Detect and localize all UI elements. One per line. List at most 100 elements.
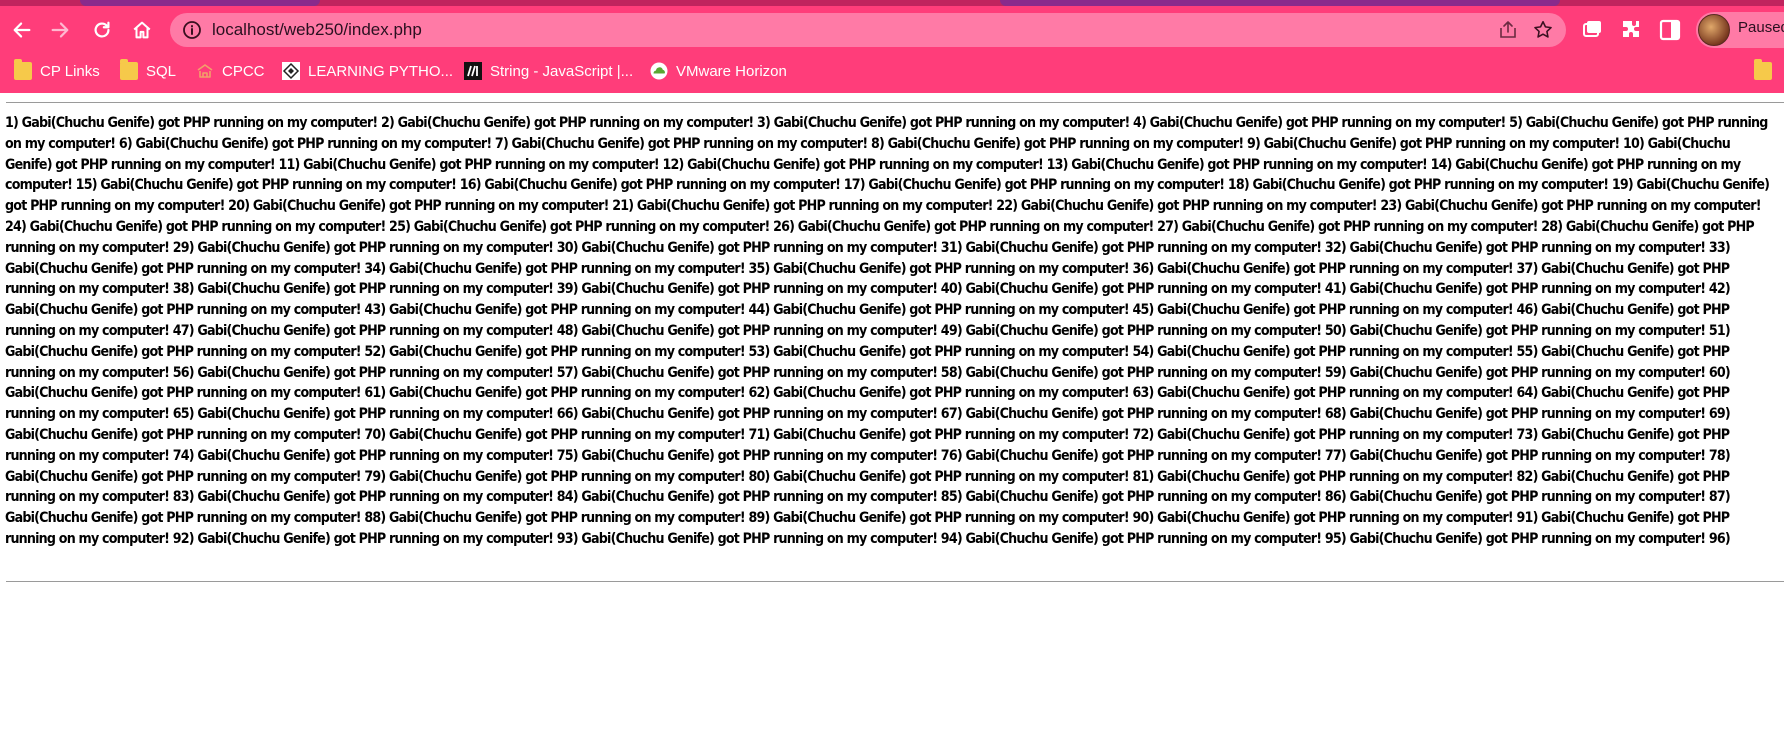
tab-edge[interactable] (1000, 0, 1560, 6)
bookmark-label: LEARNING PYTHO... (308, 62, 454, 80)
bookmark-cp-links[interactable]: CP Links (14, 58, 100, 84)
output-line: 92) Gabi(Chuchu Genife) got PHP running … (172, 530, 557, 547)
output-line: 43) Gabi(Chuchu Genife) got PHP running … (364, 302, 749, 319)
output-line: 66) Gabi(Chuchu Genife) got PHP running … (556, 406, 941, 423)
output-line: 65) Gabi(Chuchu Genife) got PHP running … (172, 406, 557, 423)
output-line: 81) Gabi(Chuchu Genife) got PHP running … (1132, 468, 1517, 485)
output-line: 77) Gabi(Chuchu Genife) got PHP running … (1324, 447, 1709, 464)
output-line: 25) Gabi(Chuchu Genife) got PHP running … (389, 218, 774, 235)
profile-status: Paused (1738, 19, 1784, 36)
bookmark-label: String - JavaScript |... (490, 62, 634, 80)
bookmark-label: SQL (146, 62, 177, 80)
output-line: 52) Gabi(Chuchu Genife) got PHP running … (364, 343, 749, 360)
bookmark-label: CP Links (40, 62, 100, 80)
extensions-puzzle-icon[interactable] (1620, 18, 1644, 42)
output-line: 56) Gabi(Chuchu Genife) got PHP running … (172, 364, 557, 381)
output-line: 9) Gabi(Chuchu Genife) got PHP running o… (1246, 135, 1623, 152)
home-button[interactable] (124, 12, 160, 48)
tab-edge[interactable] (80, 0, 320, 6)
output-line: 67) Gabi(Chuchu Genife) got PHP running … (940, 406, 1325, 423)
output-line: 35) Gabi(Chuchu Genife) got PHP running … (748, 260, 1133, 277)
output-line: 68) Gabi(Chuchu Genife) got PHP running … (1324, 406, 1709, 423)
horizon-cloud-icon (650, 62, 668, 80)
address-bar[interactable]: localhost/web250/index.php (170, 13, 1566, 47)
output-line: 86) Gabi(Chuchu Genife) got PHP running … (1324, 489, 1709, 506)
output-line: 3) Gabi(Chuchu Genife) got PHP running o… (757, 115, 1134, 131)
output-line: 31) Gabi(Chuchu Genife) got PHP running … (940, 239, 1325, 256)
output-line: 76) Gabi(Chuchu Genife) got PHP running … (940, 447, 1325, 464)
output-line: 59) Gabi(Chuchu Genife) got PHP running … (1324, 364, 1709, 381)
output-line: 27) Gabi(Chuchu Genife) got PHP running … (1157, 218, 1542, 235)
output-line: 94) Gabi(Chuchu Genife) got PHP running … (940, 530, 1325, 547)
output-line: 89) Gabi(Chuchu Genife) got PHP running … (748, 510, 1133, 527)
bookmark-other[interactable] (1754, 58, 1772, 84)
horizontal-rule-bottom (6, 581, 1784, 582)
output-line: 72) Gabi(Chuchu Genife) got PHP running … (1132, 426, 1517, 443)
cpcc-logo-icon (197, 64, 213, 78)
back-button[interactable] (4, 12, 40, 48)
output-line: 48) Gabi(Chuchu Genife) got PHP running … (556, 322, 941, 339)
output-line: 44) Gabi(Chuchu Genife) got PHP running … (748, 302, 1133, 319)
profile-button[interactable]: Paused (1696, 12, 1784, 48)
forward-button[interactable] (42, 12, 78, 48)
output-line: 2) Gabi(Chuchu Genife) got PHP running o… (381, 115, 758, 131)
output-line: 99) Gabi(Chuchu Genife) got PHP running … (1132, 552, 1516, 553)
folder-icon (14, 59, 32, 80)
home-icon (133, 21, 151, 39)
output-line: 75) Gabi(Chuchu Genife) got PHP running … (556, 447, 941, 464)
output-line: 93) Gabi(Chuchu Genife) got PHP running … (556, 530, 941, 547)
output-line: 98) Gabi(Chuchu Genife) got PHP running … (748, 552, 1132, 553)
output-line: 47) Gabi(Chuchu Genife) got PHP running … (172, 322, 557, 339)
output-line: 20) Gabi(Chuchu Genife) got PHP running … (228, 198, 613, 215)
star-icon[interactable] (1532, 19, 1554, 41)
php-output-text: 1) Gabi(Chuchu Genife) got PHP running o… (5, 113, 1780, 553)
bookmarks-bar: CP Links SQL CPCC LEARNING PYTHO... Stri… (0, 56, 1784, 86)
bookmark-vmware-horizon[interactable]: VMware Horizon (650, 58, 787, 84)
toolbar: localhost/web250/index.php Paused (0, 8, 1784, 52)
output-line: 7) Gabi(Chuchu Genife) got PHP running o… (494, 135, 871, 152)
tab-strip (0, 0, 1784, 6)
reload-button[interactable] (84, 12, 120, 48)
info-icon[interactable] (182, 20, 202, 40)
output-line: 4) Gabi(Chuchu Genife) got PHP running o… (1133, 115, 1510, 131)
bookmark-string-javascript[interactable]: String - JavaScript |... (464, 58, 633, 84)
output-line: 54) Gabi(Chuchu Genife) got PHP running … (1132, 343, 1517, 360)
output-line: 61) Gabi(Chuchu Genife) got PHP running … (364, 385, 749, 402)
url-text[interactable]: localhost/web250/index.php (212, 19, 422, 41)
bookmark-learning-python[interactable]: LEARNING PYTHO... (282, 58, 453, 84)
output-line: 80) Gabi(Chuchu Genife) got PHP running … (748, 468, 1133, 485)
output-line: 17) Gabi(Chuchu Genife) got PHP running … (843, 177, 1228, 194)
output-line: 38) Gabi(Chuchu Genife) got PHP running … (172, 281, 557, 298)
output-line: 16) Gabi(Chuchu Genife) got PHP running … (459, 177, 844, 194)
folder-icon (1754, 59, 1772, 80)
output-line: 97) Gabi(Chuchu Genife) got PHP running … (364, 552, 748, 553)
side-panel-icon[interactable] (1658, 18, 1682, 42)
output-line: 18) Gabi(Chuchu Genife) got PHP running … (1227, 177, 1612, 194)
output-line: 62) Gabi(Chuchu Genife) got PHP running … (748, 385, 1133, 402)
reading-list-icon[interactable] (1580, 18, 1604, 42)
output-line: 21) Gabi(Chuchu Genife) got PHP running … (612, 198, 997, 215)
output-line: 49) Gabi(Chuchu Genife) got PHP running … (940, 322, 1325, 339)
bookmark-sql[interactable]: SQL (120, 58, 176, 84)
output-line: 63) Gabi(Chuchu Genife) got PHP running … (1132, 385, 1517, 402)
output-line: 32) Gabi(Chuchu Genife) got PHP running … (1324, 239, 1709, 256)
output-line: 90) Gabi(Chuchu Genife) got PHP running … (1132, 510, 1517, 527)
output-line: 74) Gabi(Chuchu Genife) got PHP running … (172, 447, 557, 464)
output-line: 29) Gabi(Chuchu Genife) got PHP running … (172, 239, 557, 256)
output-line: 84) Gabi(Chuchu Genife) got PHP running … (556, 489, 941, 506)
output-line: 39) Gabi(Chuchu Genife) got PHP running … (556, 281, 941, 298)
output-line: 58) Gabi(Chuchu Genife) got PHP running … (940, 364, 1325, 381)
horizontal-rule-top (6, 102, 1784, 103)
mdn-logo-icon (464, 62, 482, 80)
output-line: 24) Gabi(Chuchu Genife) got PHP running … (5, 218, 390, 235)
bookmark-label: VMware Horizon (676, 62, 787, 80)
output-line: 36) Gabi(Chuchu Genife) got PHP running … (1132, 260, 1517, 277)
folder-icon (120, 59, 138, 80)
output-line: 70) Gabi(Chuchu Genife) got PHP running … (364, 426, 749, 443)
share-icon[interactable] (1498, 20, 1518, 40)
output-line: 50) Gabi(Chuchu Genife) got PHP running … (1324, 322, 1709, 339)
output-line: 30) Gabi(Chuchu Genife) got PHP running … (556, 239, 941, 256)
bookmark-cpcc[interactable]: CPCC (196, 58, 265, 84)
output-line: 40) Gabi(Chuchu Genife) got PHP running … (940, 281, 1325, 298)
output-line: 79) Gabi(Chuchu Genife) got PHP running … (364, 468, 749, 485)
